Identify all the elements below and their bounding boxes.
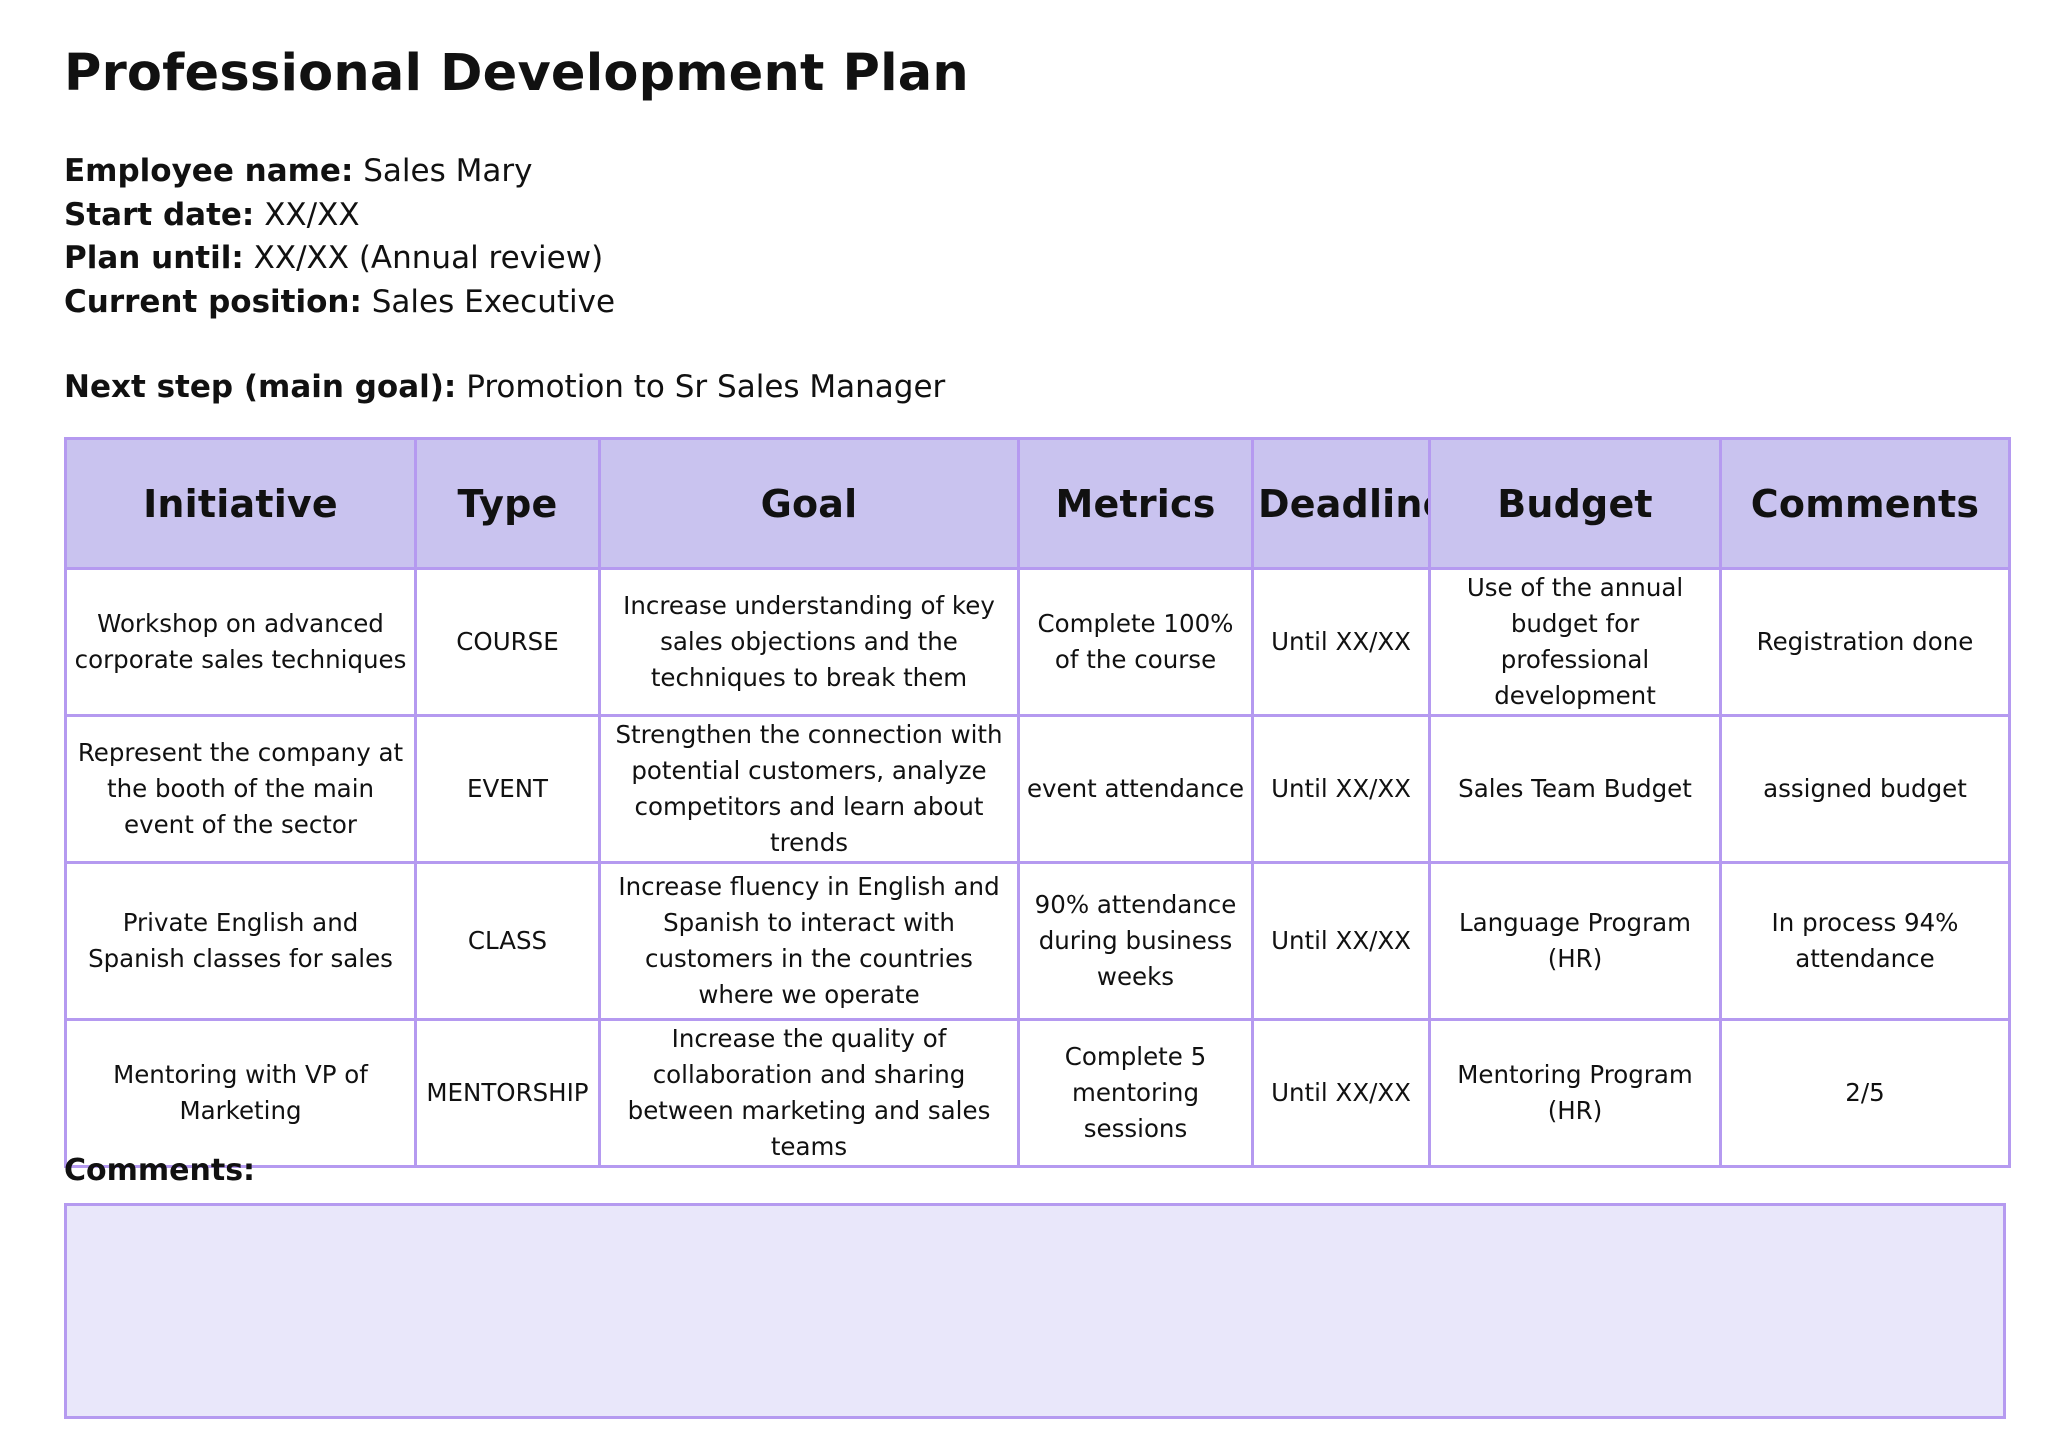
current-position-value: Sales Executive bbox=[371, 283, 616, 320]
cell-type: EVENT bbox=[414, 714, 601, 864]
cell-deadline: Until XX/XX bbox=[1251, 861, 1431, 1021]
cell-metrics: event attendance bbox=[1017, 714, 1254, 864]
cell-comments: assigned budget bbox=[1719, 714, 2011, 864]
page-title: Professional Development Plan bbox=[64, 44, 969, 103]
header-metrics: Metrics bbox=[1017, 437, 1254, 570]
cell-goal: Increase the quality of collaboration an… bbox=[598, 1018, 1020, 1168]
current-position-label: Current position: bbox=[64, 283, 362, 320]
cell-initiative: Private English and Spanish classes for … bbox=[64, 861, 417, 1021]
table-row: Workshop on advanced corporate sales tec… bbox=[64, 567, 2011, 717]
cell-metrics: Complete 100% of the course bbox=[1017, 567, 1254, 717]
cell-goal: Strengthen the connection with potential… bbox=[598, 714, 1020, 864]
employee-name-row: Employee name: Sales Mary bbox=[64, 150, 615, 194]
cell-metrics: 90% attendance during business weeks bbox=[1017, 861, 1254, 1021]
start-date-value: XX/XX bbox=[264, 196, 360, 233]
cell-budget: Mentoring Program (HR) bbox=[1428, 1018, 1722, 1168]
main-goal-row: Next step (main goal): Promotion to Sr S… bbox=[64, 366, 945, 410]
comments-box[interactable] bbox=[64, 1203, 2006, 1419]
table-row: Represent the company at the booth of th… bbox=[64, 714, 2011, 864]
cell-goal: Increase understanding of key sales obje… bbox=[598, 567, 1020, 717]
cell-deadline: Until XX/XX bbox=[1251, 567, 1431, 717]
cell-initiative: Mentoring with VP of Marketing bbox=[64, 1018, 417, 1168]
header-budget: Budget bbox=[1428, 437, 1722, 570]
cell-type: COURSE bbox=[414, 567, 601, 717]
start-date-label: Start date: bbox=[64, 196, 255, 233]
cell-metrics: Complete 5 mentoring sessions bbox=[1017, 1018, 1254, 1168]
header-goal: Goal bbox=[598, 437, 1020, 570]
start-date-row: Start date: XX/XX bbox=[64, 194, 615, 238]
plan-until-value: XX/XX (Annual review) bbox=[253, 240, 604, 276]
cell-comments: In process 94% attendance bbox=[1719, 861, 2011, 1021]
cell-initiative: Represent the company at the booth of th… bbox=[64, 714, 417, 864]
cell-goal: Increase fluency in English and Spanish … bbox=[598, 861, 1020, 1021]
cell-type: MENTORSHIP bbox=[414, 1018, 601, 1168]
cell-budget: Sales Team Budget bbox=[1428, 714, 1722, 864]
plan-until-row: Plan until: XX/XX (Annual review) bbox=[64, 237, 615, 281]
employee-name-label: Employee name: bbox=[64, 153, 354, 189]
cell-deadline: Until XX/XX bbox=[1251, 714, 1431, 864]
table-header-row: Initiative Type Goal Metrics Deadline Bu… bbox=[64, 437, 2011, 570]
development-plan-table: Initiative Type Goal Metrics Deadline Bu… bbox=[64, 437, 2011, 1168]
plan-until-label: Plan until: bbox=[64, 240, 244, 276]
employee-info: Employee name: Sales Mary Start date: XX… bbox=[64, 150, 615, 324]
employee-name-value: Sales Mary bbox=[363, 153, 533, 189]
comments-label: Comments: bbox=[64, 1153, 256, 1188]
cell-budget: Language Program (HR) bbox=[1428, 861, 1722, 1021]
header-initiative: Initiative bbox=[64, 437, 417, 570]
cell-type: CLASS bbox=[414, 861, 601, 1021]
main-goal-label: Next step (main goal): bbox=[64, 369, 457, 405]
table-row: Private English and Spanish classes for … bbox=[64, 861, 2011, 1021]
cell-comments: 2/5 bbox=[1719, 1018, 2011, 1168]
header-comments: Comments bbox=[1719, 437, 2011, 570]
cell-budget: Use of the annual budget for professiona… bbox=[1428, 567, 1722, 717]
header-deadline: Deadline bbox=[1251, 437, 1431, 570]
table-row: Mentoring with VP of Marketing MENTORSHI… bbox=[64, 1018, 2011, 1168]
cell-deadline: Until XX/XX bbox=[1251, 1018, 1431, 1168]
cell-initiative: Workshop on advanced corporate sales tec… bbox=[64, 567, 417, 717]
current-position-row: Current position: Sales Executive bbox=[64, 281, 615, 325]
header-type: Type bbox=[414, 437, 601, 570]
cell-comments: Registration done bbox=[1719, 567, 2011, 717]
main-goal-value: Promotion to Sr Sales Manager bbox=[466, 369, 946, 405]
